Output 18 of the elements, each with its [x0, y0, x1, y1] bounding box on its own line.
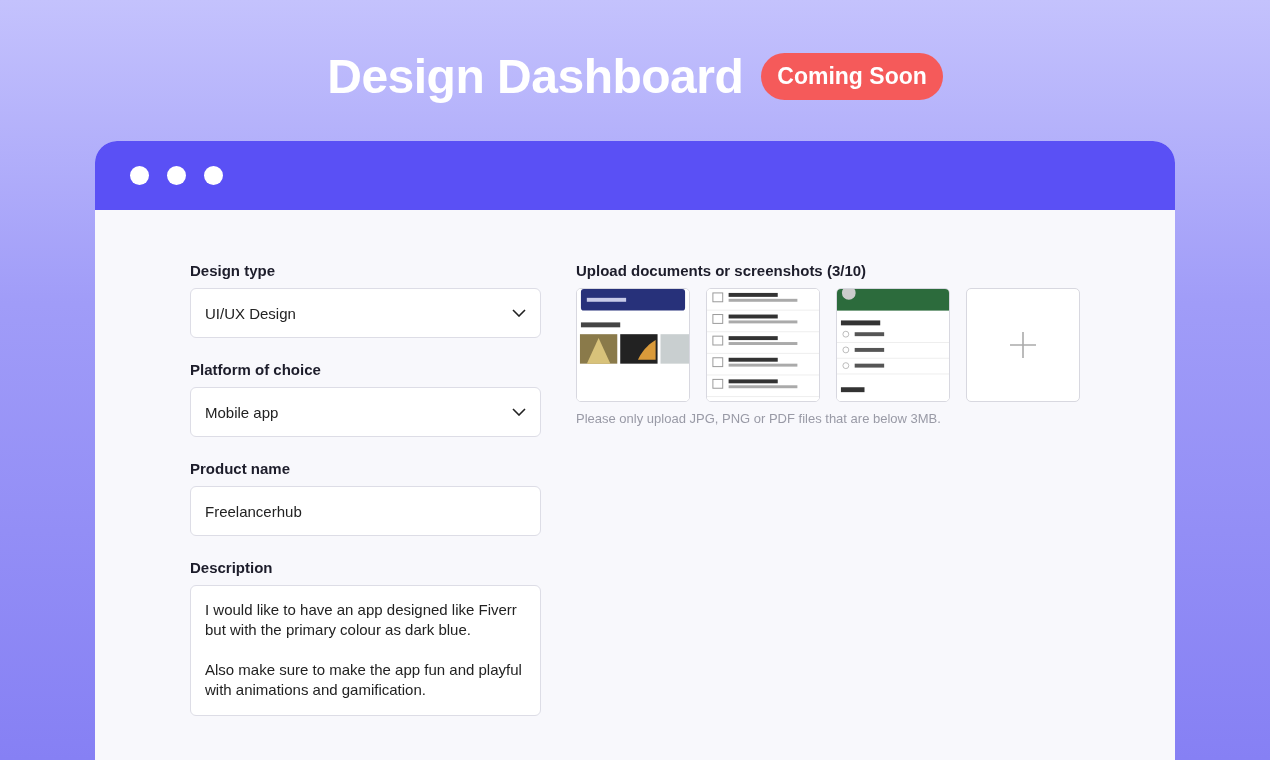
field-label: Description [190, 559, 274, 576]
field-label: Design type [190, 262, 277, 279]
dropdown-field[interactable]: UI/UX Design [190, 288, 541, 338]
plus-icon [1009, 331, 1037, 359]
text-area[interactable]: I would like to have an app designed like Fiverr but with the primary colour as dark blue. Also make sure to make the app fun and playful with animations and gamification. [190, 585, 541, 716]
chevron-down-icon [512, 309, 526, 317]
window-control-icon[interactable] [167, 166, 186, 185]
dropdown-field[interactable]: Mobile app [190, 387, 541, 437]
upload-label: Upload documents or screenshots (3/10) [576, 262, 868, 279]
field-label: Platform of choice [190, 361, 322, 378]
text-field[interactable]: Freelancerhub [190, 486, 541, 536]
page-title: Design Dashboard [327, 48, 744, 104]
upload-hint: Please only upload JPG, PNG or PDF files that are below 3MB. [576, 411, 942, 426]
chevron-down-icon [512, 408, 526, 416]
status-badge: Coming Soon [761, 52, 943, 100]
field-label: Product name [190, 460, 292, 477]
window-control-icon[interactable] [130, 166, 149, 185]
window-control-icon[interactable] [204, 166, 223, 185]
